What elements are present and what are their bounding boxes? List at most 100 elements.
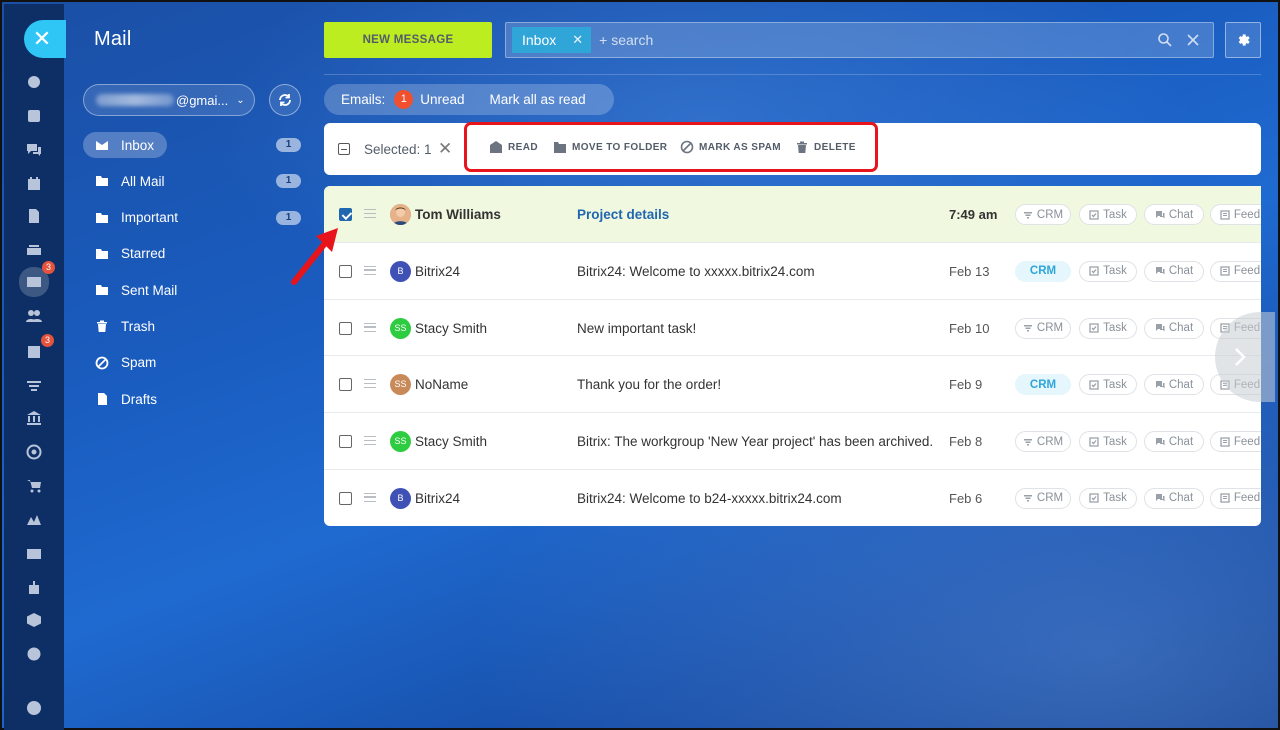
folder-drafts[interactable]: Drafts (83, 386, 303, 412)
folder-inbox[interactable]: Inbox 1 (83, 132, 301, 158)
feed-label: Feed (1233, 208, 1261, 221)
search-bar[interactable]: Inbox ✕ + search (505, 22, 1214, 58)
task-button[interactable]: Task (1079, 204, 1137, 225)
row-checkbox[interactable] (339, 435, 352, 449)
rail-contact-card-icon[interactable] (20, 542, 48, 566)
rail-help-icon[interactable] (20, 696, 48, 720)
row-checkbox[interactable] (339, 491, 352, 505)
mark-all-read-link[interactable]: Mark all as read (490, 92, 586, 107)
message-subject[interactable]: Bitrix: The workgroup 'New Year project'… (577, 434, 933, 449)
settings-button[interactable] (1225, 22, 1261, 58)
search-input[interactable]: + search (599, 32, 653, 48)
remove-filter-icon[interactable]: ✕ (572, 32, 583, 48)
crm-button[interactable]: CRM (1015, 260, 1071, 282)
table-row[interactable]: Tom Williams Project details 7:49 am CRM Tas… (324, 186, 1261, 243)
task-button[interactable]: Task (1079, 487, 1137, 509)
rail-calendar-icon[interactable] (20, 172, 48, 196)
folder-important[interactable]: Important 1 (83, 205, 303, 231)
task-button[interactable]: Task (1079, 374, 1137, 396)
feed-button[interactable]: Feed (1210, 487, 1261, 509)
rail-bank-icon[interactable] (20, 406, 48, 430)
rail-tasks-icon[interactable]: 3 (20, 334, 54, 364)
rail-feed-icon[interactable] (20, 104, 48, 128)
table-row[interactable]: SS Stacy Smith New important task! Feb 10 CR… (324, 300, 1261, 357)
crm-button[interactable]: CRM (1015, 487, 1071, 509)
read-button[interactable]: READ (489, 140, 538, 154)
chat-button[interactable]: Chat (1144, 487, 1204, 509)
chat-button[interactable]: Chat (1144, 431, 1204, 453)
crm-button[interactable]: CRM (1015, 317, 1071, 339)
drag-handle-icon[interactable] (364, 436, 376, 446)
clear-search-icon[interactable] (1185, 32, 1201, 48)
crm-button[interactable]: CRM (1015, 204, 1071, 225)
folder-sent-mail[interactable]: Sent Mail (83, 277, 303, 303)
new-message-button[interactable]: NEW MESSAGE (324, 22, 492, 58)
rail-cart-icon[interactable] (20, 474, 48, 498)
message-subject[interactable]: Bitrix24: Welcome to b24-xxxxx.bitrix24.… (577, 491, 842, 506)
chat-button[interactable]: Chat (1144, 260, 1204, 282)
task-button[interactable]: Task (1079, 317, 1137, 339)
task-icon (1089, 437, 1099, 447)
row-checkbox[interactable] (339, 321, 352, 335)
message-subject[interactable]: Project details (577, 207, 669, 222)
chat-button[interactable]: Chat (1144, 204, 1204, 225)
rail-drive-icon[interactable] (20, 238, 48, 262)
filter-chip-inbox[interactable]: Inbox ✕ (512, 27, 592, 53)
folder-all-mail[interactable]: All Mail 1 (83, 168, 303, 194)
folder-starred[interactable]: Starred (83, 241, 303, 267)
task-icon (1089, 323, 1099, 333)
crm-button[interactable]: CRM (1015, 374, 1071, 396)
feed-button[interactable]: Feed (1210, 260, 1261, 282)
feed-button[interactable]: Feed (1210, 204, 1261, 225)
drag-handle-icon[interactable] (364, 209, 376, 218)
drag-handle-icon[interactable] (364, 322, 376, 332)
task-button[interactable]: Task (1079, 260, 1137, 282)
rail-signature-icon[interactable] (20, 508, 48, 532)
crm-label: CRM (1036, 492, 1064, 505)
task-icon (1089, 266, 1099, 276)
chat-button[interactable]: Chat (1144, 374, 1204, 396)
table-row[interactable]: B Bitrix24 Bitrix24: Welcome to b24-xxxxx.… (324, 470, 1261, 526)
delete-button[interactable]: DELETE (795, 140, 856, 154)
unread-filter-link[interactable]: Unread (420, 92, 464, 107)
select-all-checkbox[interactable] (338, 143, 350, 155)
row-checkbox[interactable] (339, 378, 352, 392)
rail-more-icon[interactable] (20, 642, 48, 666)
message-subject[interactable]: Bitrix24: Welcome to xxxxx.bitrix24.com (577, 264, 815, 279)
rail-robot-icon[interactable] (20, 576, 48, 600)
drag-handle-icon[interactable] (364, 492, 376, 502)
rail-target-icon[interactable] (20, 440, 48, 464)
message-subject[interactable]: Thank you for the order! (577, 377, 721, 392)
drag-handle-icon[interactable] (364, 379, 376, 389)
folder-label: Inbox (121, 137, 155, 153)
clear-selection-icon[interactable]: ✕ (438, 139, 452, 159)
table-row[interactable]: SS NoName Thank you for the order! Feb 9 CRM… (324, 356, 1261, 414)
drag-handle-icon[interactable] (364, 265, 376, 275)
table-row[interactable]: SS Stacy Smith Bitrix: The workgroup 'New … (324, 413, 1261, 470)
rail-mail-icon[interactable]: 3 (19, 261, 55, 297)
rail-chat-icon[interactable] (20, 138, 48, 162)
rail-filter-icon[interactable] (20, 374, 48, 398)
close-menu-button[interactable]: ✕ (24, 20, 66, 58)
mark-as-spam-button[interactable]: MARK AS SPAM (680, 140, 781, 154)
message-subject[interactable]: New important task! (577, 321, 696, 336)
search-icon[interactable] (1157, 32, 1173, 48)
rail-document-icon[interactable] (20, 204, 48, 228)
chat-icon (1155, 267, 1165, 275)
task-label: Task (1103, 208, 1127, 221)
rail-people-icon[interactable] (20, 304, 48, 328)
crm-button[interactable]: CRM (1015, 431, 1071, 453)
table-row[interactable]: B Bitrix24 Bitrix24: Welcome to xxxxx.bitr… (324, 243, 1261, 300)
move-to-folder-button[interactable]: MOVE TO FOLDER (553, 140, 667, 154)
row-checkbox[interactable] (339, 208, 352, 221)
chat-button[interactable]: Chat (1144, 317, 1204, 339)
folder-spam[interactable]: Spam (83, 350, 303, 376)
account-selector[interactable]: @gmai... ⌄ (83, 84, 255, 116)
folder-trash[interactable]: Trash (83, 313, 303, 339)
task-button[interactable]: Task (1079, 431, 1137, 453)
chat-icon (1155, 210, 1165, 218)
feed-button[interactable]: Feed (1210, 431, 1261, 453)
rail-box-icon[interactable] (20, 608, 48, 632)
refresh-button[interactable] (269, 84, 301, 116)
rail-dashboard-icon[interactable] (20, 70, 48, 94)
